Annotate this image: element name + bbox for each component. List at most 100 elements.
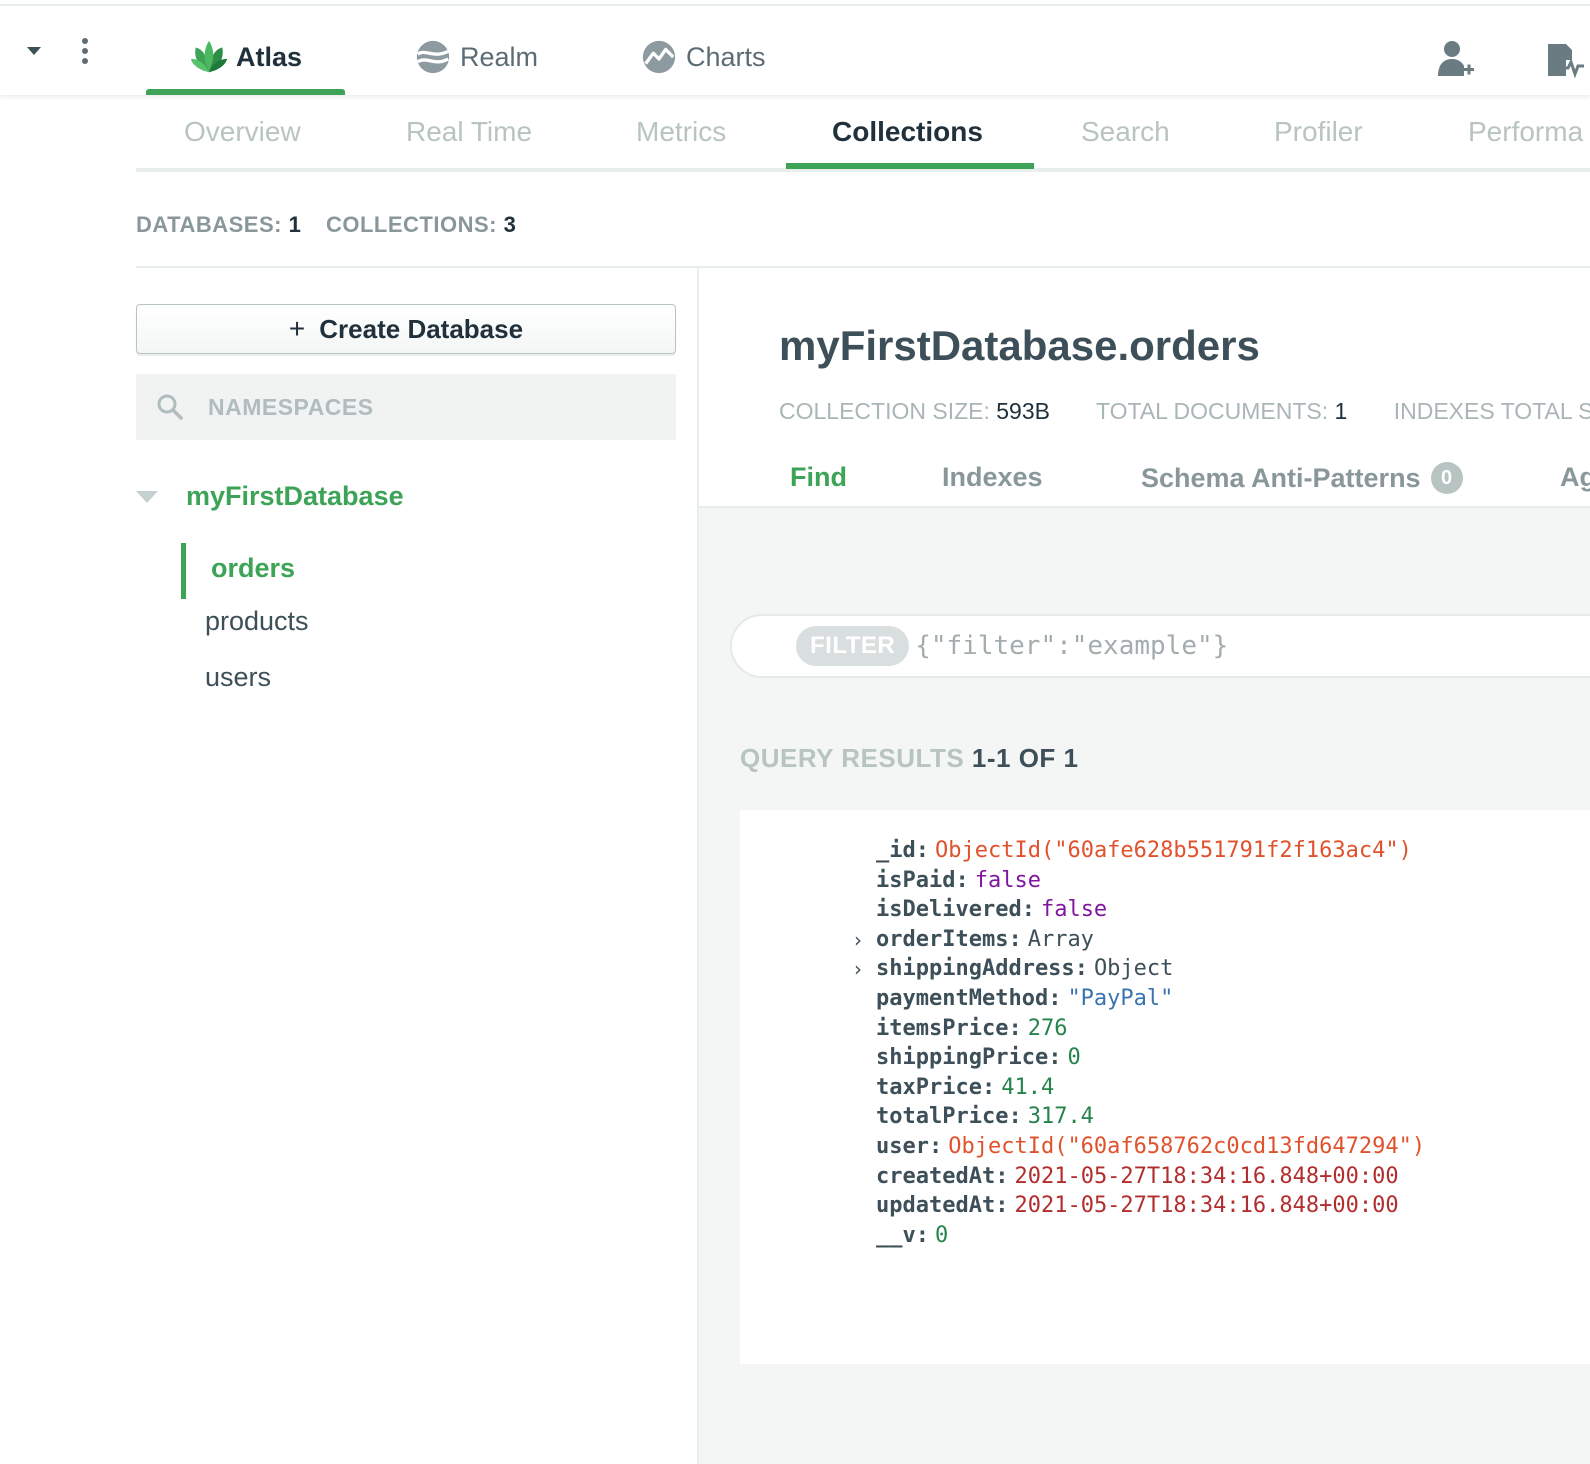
tab-overview[interactable]: Overview bbox=[184, 116, 301, 148]
search-icon bbox=[157, 394, 183, 420]
invite-user-icon[interactable] bbox=[1436, 38, 1476, 78]
database-collapse-caret-icon[interactable] bbox=[136, 491, 158, 503]
cluster-stats: DATABASES: 1 COLLECTIONS: 3 bbox=[136, 212, 534, 238]
document-field[interactable]: _id: ObjectId("60afe628b551791f2f163ac4") bbox=[876, 836, 1412, 866]
database-item[interactable]: myFirstDatabase bbox=[186, 481, 404, 512]
namespace-search-input[interactable] bbox=[208, 393, 648, 421]
expand-field-chevron-icon[interactable]: › bbox=[854, 925, 868, 955]
tab-schema-label: Schema Anti-Patterns bbox=[1141, 462, 1421, 493]
field-value: "PayPal" bbox=[1067, 986, 1174, 1011]
document-field[interactable]: orderItems: Array bbox=[876, 925, 1094, 955]
document-field[interactable]: __v: 0 bbox=[876, 1221, 948, 1251]
field-value: 0 bbox=[1067, 1045, 1081, 1070]
field-key: isPaid bbox=[876, 868, 956, 893]
tab-find[interactable]: Find bbox=[790, 462, 847, 493]
field-separator: : bbox=[955, 868, 969, 893]
field-key: itemsPrice bbox=[876, 1016, 1009, 1041]
document-field[interactable]: itemsPrice: 276 bbox=[876, 1014, 1067, 1044]
document-field[interactable]: shippingPrice: 0 bbox=[876, 1043, 1081, 1073]
namespace-search bbox=[136, 374, 676, 440]
collection-item-users[interactable]: users bbox=[205, 662, 271, 693]
document-field[interactable]: shippingAddress: Object bbox=[876, 954, 1173, 984]
tab-search[interactable]: Search bbox=[1081, 116, 1170, 148]
document-field[interactable]: taxPrice: 41.4 bbox=[876, 1073, 1054, 1103]
total-documents-label: TOTAL DOCUMENTS: bbox=[1095, 398, 1329, 424]
field-separator: : bbox=[928, 1134, 943, 1159]
product-tab-realm[interactable]: Realm bbox=[414, 32, 538, 82]
active-collection-indicator bbox=[181, 543, 186, 599]
collection-item-orders[interactable]: orders bbox=[211, 553, 295, 584]
top-navbar: Atlas Realm Charts bbox=[0, 6, 1590, 95]
tab-schema-anti-patterns[interactable]: Schema Anti-Patterns 0 bbox=[1141, 462, 1463, 494]
create-database-button[interactable]: + Create Database bbox=[136, 304, 676, 354]
tab-collections[interactable]: Collections bbox=[832, 116, 983, 148]
total-documents-value: 1 bbox=[1334, 398, 1348, 424]
cluster-subnav: Overview Real Time Metrics Collections S… bbox=[136, 100, 1590, 172]
product-label: Charts bbox=[686, 41, 766, 72]
document-field[interactable]: createdAt: 2021-05-27T18:34:16.848+00:00 bbox=[876, 1162, 1399, 1192]
tab-indexes-label: Indexes bbox=[942, 462, 1043, 492]
collection-size-value: 593B bbox=[996, 398, 1050, 424]
expand-field-chevron-icon[interactable]: › bbox=[854, 954, 868, 984]
tab-aggregation[interactable]: Ag bbox=[1560, 462, 1590, 493]
tab-metrics[interactable]: Metrics bbox=[636, 116, 726, 148]
field-separator: : bbox=[1048, 1045, 1062, 1070]
query-results-summary: QUERY RESULTS 1-1 OF 1 bbox=[740, 743, 1079, 774]
field-key: totalPrice bbox=[876, 1104, 1009, 1129]
field-key: paymentMethod bbox=[876, 986, 1049, 1011]
tab-find-label: Find bbox=[790, 462, 847, 492]
create-database-label: Create Database bbox=[319, 313, 524, 344]
collection-size-label: COLLECTION SIZE: bbox=[779, 398, 990, 424]
collections-label: COLLECTIONS: bbox=[325, 212, 497, 237]
field-separator: : bbox=[1021, 897, 1035, 922]
tab-aggregation-label: Ag bbox=[1560, 462, 1590, 492]
collection-item-products[interactable]: products bbox=[205, 606, 309, 637]
document-field[interactable]: paymentMethod: "PayPal" bbox=[876, 984, 1173, 1014]
tab-performance[interactable]: Performa bbox=[1468, 116, 1583, 148]
activity-feed-icon[interactable] bbox=[1544, 38, 1584, 78]
field-separator: : bbox=[995, 1193, 1009, 1218]
document-field[interactable]: totalPrice: 317.4 bbox=[876, 1102, 1094, 1132]
document-field[interactable]: user: ObjectId("60af658762c0cd13fd647294"… bbox=[876, 1132, 1425, 1162]
charts-icon bbox=[642, 40, 676, 74]
tab-indexes[interactable]: Indexes bbox=[942, 462, 1043, 493]
field-value: 0 bbox=[935, 1223, 949, 1248]
product-tab-atlas[interactable]: Atlas bbox=[190, 32, 302, 82]
collection-title: myFirstDatabase.orders bbox=[779, 322, 1260, 369]
field-value: Object bbox=[1093, 956, 1174, 981]
collections-count: 3 bbox=[503, 212, 517, 237]
databases-label: DATABASES: bbox=[136, 212, 282, 237]
field-key: orderItems bbox=[876, 927, 1009, 952]
tab-real-time[interactable]: Real Time bbox=[406, 116, 532, 148]
document-card[interactable]: _id: ObjectId("60afe628b551791f2f163ac4")… bbox=[740, 810, 1590, 1364]
field-key: createdAt bbox=[876, 1164, 996, 1189]
field-key: shippingAddress bbox=[876, 956, 1075, 981]
atlas-leaf-icon bbox=[190, 40, 228, 73]
field-value: ObjectId("60af658762c0cd13fd647294") bbox=[948, 1134, 1426, 1159]
field-separator: : bbox=[995, 1164, 1009, 1189]
field-value: ObjectId("60afe628b551791f2f163ac4") bbox=[935, 838, 1412, 863]
product-label: Realm bbox=[460, 41, 539, 72]
document-field[interactable]: updatedAt: 2021-05-27T18:34:16.848+00:00 bbox=[876, 1191, 1399, 1221]
field-value: 2021-05-27T18:34:16.848+00:00 bbox=[1014, 1164, 1399, 1189]
product-tab-charts[interactable]: Charts bbox=[640, 32, 766, 82]
kebab-menu-icon[interactable] bbox=[81, 38, 89, 68]
plus-icon: + bbox=[288, 313, 306, 344]
document-field[interactable]: isDelivered: false bbox=[876, 895, 1107, 925]
field-value: false bbox=[1040, 897, 1108, 922]
field-key: user bbox=[876, 1134, 929, 1159]
field-separator: : bbox=[1008, 1104, 1022, 1129]
field-key: shippingPrice bbox=[876, 1045, 1049, 1070]
filter-input[interactable] bbox=[915, 631, 1516, 661]
document-field[interactable]: isPaid: false bbox=[876, 866, 1041, 896]
field-key: _id bbox=[876, 838, 916, 863]
org-dropdown-caret-icon[interactable] bbox=[27, 47, 41, 55]
field-value: false bbox=[974, 868, 1041, 893]
field-separator: : bbox=[981, 1075, 996, 1100]
field-separator: : bbox=[1008, 1016, 1022, 1041]
field-value: 317.4 bbox=[1027, 1104, 1094, 1129]
field-value: Array bbox=[1027, 927, 1094, 952]
tab-profiler[interactable]: Profiler bbox=[1274, 116, 1363, 148]
field-separator: : bbox=[1048, 986, 1062, 1011]
active-subtab-indicator bbox=[786, 163, 1034, 169]
